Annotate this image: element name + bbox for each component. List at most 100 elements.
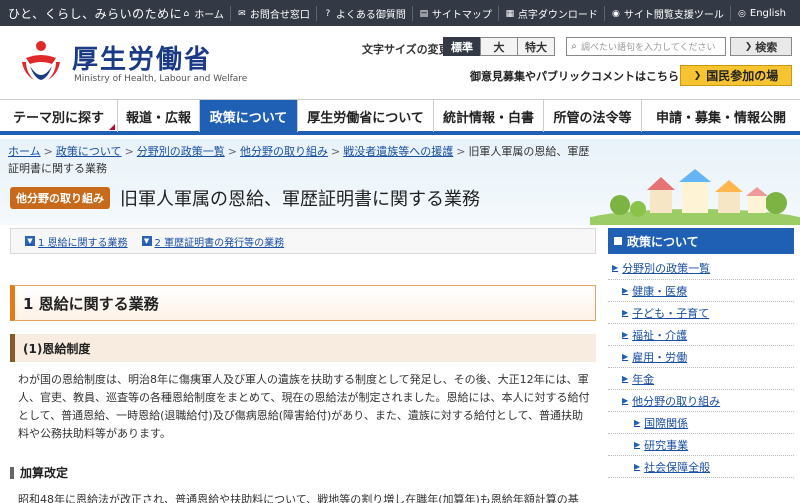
accessibility-tool-link[interactable]: ◉ サイト閲覧支援ツール bbox=[603, 6, 730, 21]
faq-link-label: よくある御質問 bbox=[335, 10, 406, 21]
heading-bar bbox=[10, 466, 14, 479]
page-title: 旧軍人軍属の恩給、軍歴証明書に関する業務 bbox=[120, 189, 480, 210]
sidebar-item-label: 健康・医療 bbox=[632, 284, 688, 298]
braille-download-link[interactable]: ▦ 点字ダウンロード bbox=[497, 6, 604, 21]
sidebar-item-other-fields[interactable]: ▶ 他分野の取り組み bbox=[608, 390, 794, 412]
sidebar-item-welfare[interactable]: ▶ 福祉・介護 bbox=[608, 324, 794, 346]
logo-text[interactable]: 厚生労働省 bbox=[72, 39, 212, 76]
minor-heading: 加算改定 bbox=[10, 464, 68, 481]
sidebar-item-label: 福祉・介護 bbox=[632, 328, 688, 342]
chevron-right-icon: ▶ bbox=[622, 374, 629, 383]
sidebar-item-label: 年金 bbox=[632, 372, 655, 386]
breadcrumb-policy[interactable]: 政策について bbox=[56, 145, 122, 158]
faq-link[interactable]: ? よくある御質問 bbox=[315, 6, 412, 21]
page-banner: ホーム > 政策について > 分野別の政策一覧 > 他分野の取り組み > 戦没者遺族等への援護 >… bbox=[0, 139, 800, 225]
category-badge: 他分野の取り組み bbox=[10, 187, 110, 209]
font-size-large-button[interactable]: 大 bbox=[480, 37, 518, 56]
toc-link-pension[interactable]: ▼ 1 恩給に関する業務 bbox=[25, 234, 128, 249]
chevron-right-icon: ▶ bbox=[634, 418, 641, 427]
nav-label: テーマ別に探す bbox=[12, 110, 104, 126]
sidebar-item-research[interactable]: ▶ 研究事業 bbox=[608, 434, 794, 456]
toc-link-certificate[interactable]: ▼ 2 軍歴証明書の発行等の業務 bbox=[141, 234, 285, 249]
search-button-label: 検索 bbox=[755, 40, 778, 54]
sidebar-item-policy-list[interactable]: ▶ 分野別の政策一覧 bbox=[608, 256, 794, 280]
font-size-label: 文字サイズの変更 bbox=[362, 43, 450, 56]
breadcrumb-separator: > bbox=[43, 145, 53, 158]
sidebar-item-children[interactable]: ▶ 子ども・子育て bbox=[608, 302, 794, 324]
nav-theme-search[interactable]: テーマ別に探す bbox=[0, 100, 118, 132]
sidebar-item-social-security[interactable]: ▶ 社会保障全般 bbox=[608, 456, 794, 478]
breadcrumb-separator: > bbox=[227, 145, 237, 158]
accessibility-icon: ◉ bbox=[611, 8, 620, 19]
tagline: ひと、くらし、みらいのために bbox=[8, 7, 183, 21]
utility-links: ⌂ ホーム ✉ お問合せ窓口 ? よくある御質問 ▤ サイトマップ ▦ 点字ダウンロード … bbox=[175, 6, 792, 21]
english-link-label: English bbox=[749, 8, 786, 19]
top-utility-bar: ひと、くらし、みらいのために ⌂ ホーム ✉ お問合せ窓口 ? よくある御質問 ▤ サイ… bbox=[0, 0, 800, 26]
sidebar-item-pension[interactable]: ▶ 年金 bbox=[608, 368, 794, 390]
search-input[interactable]: ⌕ 調べたい語句を入力してください bbox=[566, 37, 726, 56]
sidebar-item-label: 雇用・労働 bbox=[632, 350, 688, 364]
nav-statistics[interactable]: 統計情報・白書 bbox=[434, 100, 544, 132]
chevron-right-icon: ▶ bbox=[634, 462, 641, 471]
dropdown-corner-icon bbox=[109, 124, 115, 130]
english-link[interactable]: ◎ English bbox=[729, 6, 792, 21]
sidebar-item-label: 国際関係 bbox=[644, 416, 689, 430]
chevron-right-icon: ❯ bbox=[693, 70, 702, 81]
public-participation-button[interactable]: ❯ 国民参加の場 bbox=[680, 65, 792, 86]
font-size-xlarge-button[interactable]: 特大 bbox=[517, 37, 555, 56]
nav-about-ministry[interactable]: 厚生労働省について bbox=[298, 100, 434, 132]
toc-label: 2 軍歴証明書の発行等の業務 bbox=[154, 237, 285, 249]
subsection-heading: (1)恩給制度 bbox=[10, 334, 596, 362]
question-icon: ? bbox=[325, 8, 331, 19]
sidebar-item-employment[interactable]: ▶ 雇用・労働 bbox=[608, 346, 794, 368]
home-link[interactable]: ⌂ ホーム bbox=[175, 6, 230, 22]
public-participation-label: 国民参加の場 bbox=[706, 69, 779, 83]
global-nav: テーマ別に探す 報道・広報 政策について 厚生労働省について 統計情報・白書 所… bbox=[0, 99, 800, 135]
contact-link-label: お問合せ窓口 bbox=[249, 10, 310, 21]
sidebar-item-health[interactable]: ▶ 健康・医療 bbox=[608, 280, 794, 302]
sitemap-icon: ▤ bbox=[419, 8, 429, 19]
breadcrumb-war-bereaved[interactable]: 戦没者遺族等への援護 bbox=[343, 145, 453, 158]
nav-label: 厚生労働省について bbox=[307, 110, 424, 126]
nav-applications[interactable]: 申請・募集・情報公開 bbox=[642, 100, 800, 132]
breadcrumb-separator: > bbox=[456, 145, 466, 158]
nav-label: 政策について bbox=[209, 110, 288, 126]
logo-subtitle: Ministry of Health, Labour and Welfare bbox=[74, 74, 248, 84]
breadcrumb-policy-list[interactable]: 分野別の政策一覧 bbox=[137, 145, 225, 158]
page-title-row: 他分野の取り組み 旧軍人軍属の恩給、軍歴証明書に関する業務 bbox=[10, 185, 480, 211]
breadcrumb-separator: > bbox=[331, 145, 341, 158]
chevron-right-icon: ▶ bbox=[622, 308, 629, 317]
font-size-switcher: 標準 大 特大 bbox=[443, 37, 555, 56]
breadcrumb-home[interactable]: ホーム bbox=[8, 145, 41, 158]
chevron-right-icon: ▶ bbox=[622, 286, 629, 295]
section-heading: 1 恩給に関する業務 bbox=[10, 285, 596, 321]
table-of-contents: ▼ 1 恩給に関する業務 ▼ 2 軍歴証明書の発行等の業務 bbox=[10, 228, 596, 254]
sidebar-item-label: 子ども・子育て bbox=[632, 306, 710, 320]
sidebar-item-international[interactable]: ▶ 国際関係 bbox=[608, 412, 794, 434]
font-size-standard-button[interactable]: 標準 bbox=[443, 37, 481, 56]
breadcrumb-separator: > bbox=[124, 145, 134, 158]
breadcrumb-other-fields[interactable]: 他分野の取り組み bbox=[240, 145, 328, 158]
globe-icon: ◎ bbox=[737, 8, 746, 19]
chevron-right-icon: ▶ bbox=[612, 263, 619, 272]
arrow-down-icon: ▼ bbox=[25, 236, 35, 246]
chevron-right-icon: ❯ bbox=[744, 41, 753, 52]
nav-policy[interactable]: 政策について bbox=[200, 100, 298, 132]
minor-heading-label: 加算改定 bbox=[20, 466, 69, 480]
chevron-right-icon: ▶ bbox=[622, 352, 629, 361]
chevron-right-icon: ▶ bbox=[622, 330, 629, 339]
contact-link[interactable]: ✉ お問合せ窓口 bbox=[229, 6, 316, 21]
addition-revision-paragraph: 昭和48年に恩給法が改正され、普通恩給や扶助料について、戦地等の割り増し在職年(… bbox=[18, 493, 579, 503]
arrow-down-icon: ▼ bbox=[141, 236, 152, 246]
nav-press[interactable]: 報道・広報 bbox=[118, 100, 200, 132]
ministry-logo-icon[interactable] bbox=[18, 38, 64, 84]
search-button[interactable]: ❯ 検索 bbox=[730, 37, 792, 56]
sitemap-link[interactable]: ▤ サイトマップ bbox=[411, 6, 498, 21]
sidebar-title-label: 政策について bbox=[627, 234, 699, 249]
sidebar-item-label: 他分野の取り組み bbox=[632, 394, 721, 408]
town-illustration-icon bbox=[590, 169, 800, 225]
nav-laws[interactable]: 所管の法令等 bbox=[544, 100, 642, 132]
sidebar-item-label: 研究事業 bbox=[644, 438, 689, 452]
sidebar-title[interactable]: 政策について bbox=[608, 228, 794, 254]
nav-label: 報道・広報 bbox=[125, 110, 191, 126]
